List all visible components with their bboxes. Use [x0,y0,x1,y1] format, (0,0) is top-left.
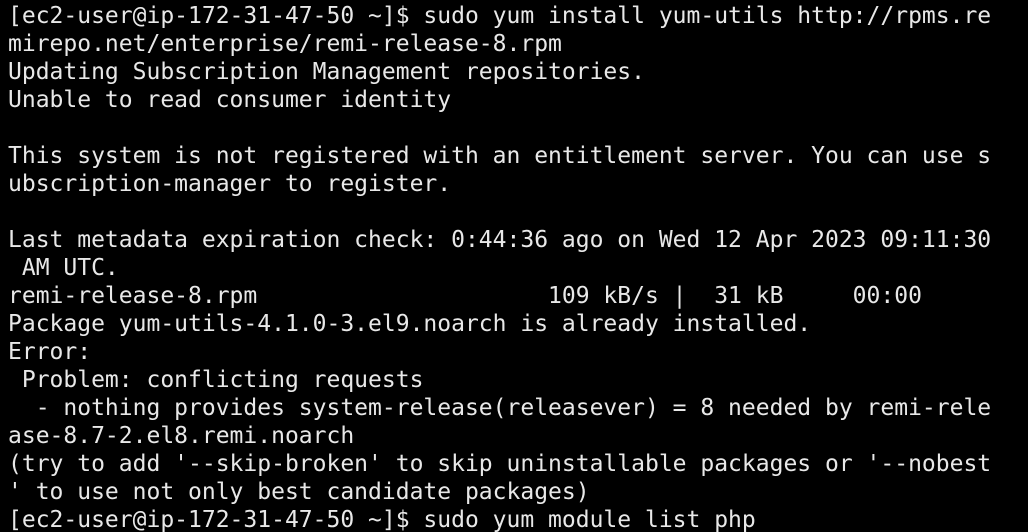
output-line-nothing-provides: - nothing provides system-release(releas… [8,395,992,421]
output-line-download-progress: remi-release-8.rpm 109 kB/s | 31 kB 00:0… [8,283,922,309]
output-line-error-heading: Error: [8,339,92,365]
output-line-updating-repos: Updating Subscription Management reposit… [8,59,645,85]
terminal-window[interactable]: [ec2-user@ip-172-31-47-50 ~]$ sudo yum i… [0,0,1028,532]
output-line-package-installed: Package yum-utils-4.1.0-3.el9.noarch is … [8,311,812,337]
output-blank-line [8,114,1028,142]
output-line-problem: Problem: conflicting requests [8,367,424,393]
output-line-consumer-identity: Unable to read consumer identity [8,87,452,113]
output-line-not-registered-continued: ubscription-manager to register. [8,171,452,197]
command-line-yum-install: [ec2-user@ip-172-31-47-50 ~]$ sudo yum i… [8,3,992,29]
output-line-nothing-provides-continued: ase-8.7-2.el8.remi.noarch [8,423,355,449]
output-line-not-registered: This system is not registered with an en… [8,143,992,169]
output-line-skip-broken-hint-continued: ' to use not only best candidate package… [8,479,590,505]
output-blank-line [8,198,1028,226]
output-line-metadata-check-continued: AM UTC. [8,255,119,281]
command-line-continuation: mirepo.net/enterprise/remi-release-8.rpm [8,31,562,57]
output-line-skip-broken-hint: (try to add '--skip-broken' to skip unin… [8,451,992,477]
output-line-metadata-check: Last metadata expiration check: 0:44:36 … [8,227,992,253]
command-line-yum-module-list[interactable]: [ec2-user@ip-172-31-47-50 ~]$ sudo yum m… [8,506,1028,532]
